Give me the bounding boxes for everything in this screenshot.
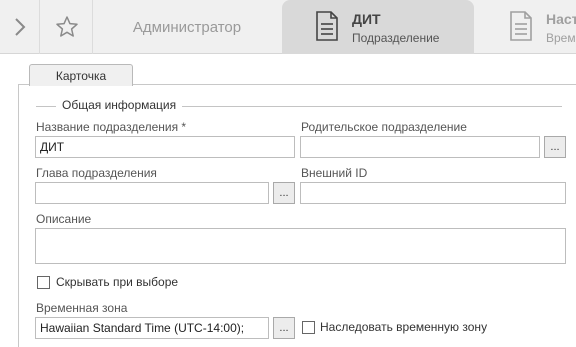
timezone-lookup-button[interactable]: ... — [273, 317, 295, 339]
head-field[interactable] — [35, 182, 269, 204]
inherit-timezone-checkbox[interactable] — [302, 321, 315, 334]
tab-settings-subtitle: Време — [546, 31, 576, 45]
hide-on-select-checkbox[interactable] — [37, 276, 50, 289]
tab-dit[interactable]: ДИТ Подразделение — [282, 0, 474, 54]
tab-dit-title: ДИТ — [352, 11, 381, 27]
chevron-right-icon — [14, 18, 25, 36]
tab-dit-subtitle: Подразделение — [352, 31, 440, 45]
description-field[interactable] — [35, 228, 566, 264]
parent-label: Родительское подразделение — [301, 120, 467, 134]
name-label: Название подразделения * — [36, 120, 187, 134]
inherit-timezone-label: Наследовать временную зону — [320, 320, 488, 334]
section-divider — [182, 106, 562, 107]
name-field[interactable]: ДИТ — [35, 136, 295, 158]
section-general-info: Общая информация — [36, 97, 562, 115]
parent-field[interactable] — [300, 136, 540, 158]
favorites-button[interactable] — [41, 0, 93, 54]
tab-administrator-label: Администратор — [132, 18, 242, 36]
timezone-field[interactable]: Hawaiian Standard Time (UTC-14:00); — [35, 317, 269, 339]
expand-button[interactable] — [0, 0, 40, 54]
hide-on-select-label: Скрывать при выборе — [56, 275, 179, 289]
document-icon — [510, 11, 532, 41]
head-label: Глава подразделения — [36, 166, 157, 180]
document-icon — [316, 11, 338, 41]
tab-administrator[interactable]: Администратор — [94, 0, 280, 54]
external-id-label: Внешний ID — [301, 166, 368, 180]
section-divider — [36, 106, 56, 107]
timezone-label: Временная зона — [36, 301, 128, 315]
tab-card[interactable]: Карточка — [29, 64, 133, 86]
top-bar: Администратор ДИТ Подразделение Наст Вре… — [0, 0, 576, 54]
section-title: Общая информация — [62, 98, 177, 112]
tab-settings[interactable]: Наст Време — [476, 0, 576, 54]
external-id-field[interactable] — [300, 182, 566, 204]
card-content: Карточка Общая информация Название подра… — [0, 55, 576, 347]
description-label: Описание — [36, 212, 92, 226]
parent-lookup-button[interactable]: ... — [544, 136, 566, 158]
head-lookup-button[interactable]: ... — [273, 182, 295, 204]
star-icon — [55, 16, 78, 37]
tab-settings-title: Наст — [546, 11, 576, 27]
tab-card-label: Карточка — [55, 68, 107, 83]
